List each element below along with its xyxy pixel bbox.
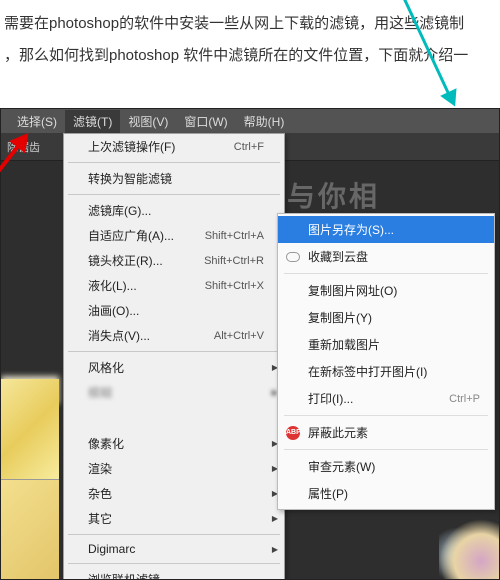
menu-help[interactable]: 帮助(H) bbox=[236, 110, 293, 133]
filter-blur[interactable]: 模糊 bbox=[64, 380, 284, 405]
menu-view[interactable]: 视图(V) bbox=[120, 110, 176, 133]
filter-pixelate[interactable]: 像素化 bbox=[64, 431, 284, 456]
menu-label: 转换为智能滤镜 bbox=[88, 170, 172, 187]
menu-label: 屏蔽此元素 bbox=[308, 424, 368, 441]
menu-label: 模糊 bbox=[88, 384, 112, 401]
menu-label: 打印(I)... bbox=[308, 390, 353, 407]
menu-label: 复制图片网址(O) bbox=[308, 282, 397, 299]
separator bbox=[68, 534, 280, 535]
filter-vanishing-point[interactable]: 消失点(V)... Alt+Ctrl+V bbox=[64, 323, 284, 348]
filter-browse-online[interactable]: 浏览联机滤镜... bbox=[64, 567, 284, 580]
filter-render[interactable]: 渲染 bbox=[64, 456, 284, 481]
menubar: 选择(S) 滤镜(T) 视图(V) 窗口(W) 帮助(H) bbox=[1, 109, 499, 133]
article-line-1: 需要在photoshop的软件中安装一些从网上下载的滤镜，用这些滤镜制 bbox=[4, 15, 464, 32]
cloud-icon bbox=[286, 250, 300, 264]
menu-shortcut: Ctrl+P bbox=[449, 393, 480, 405]
ctx-open-in-new-tab[interactable]: 在新标签中打开图片(I) bbox=[278, 358, 494, 385]
menu-label: 镜头校正(R)... bbox=[88, 252, 163, 269]
decorative-image bbox=[439, 519, 499, 579]
filter-digimarc[interactable]: Digimarc bbox=[64, 538, 284, 560]
menu-label: 其它 bbox=[88, 510, 112, 527]
ctx-block-element[interactable]: ABP 屏蔽此元素 bbox=[278, 419, 494, 446]
filter-blank bbox=[64, 405, 284, 431]
ctx-copy-image[interactable]: 复制图片(Y) bbox=[278, 304, 494, 331]
menu-label: 渲染 bbox=[88, 460, 112, 477]
filter-last[interactable]: 上次滤镜操作(F) Ctrl+F bbox=[64, 134, 284, 159]
menu-shortcut: Shift+Ctrl+A bbox=[205, 230, 264, 242]
filter-smart[interactable]: 转换为智能滤镜 bbox=[64, 166, 284, 191]
menu-label: 属性(P) bbox=[308, 485, 348, 502]
menu-label: 在新标签中打开图片(I) bbox=[308, 363, 427, 380]
article-line-2: ，那么如何找到photoshop 软件中滤镜所在的文件位置，下面就介绍一 bbox=[4, 47, 468, 64]
menu-shortcut: Shift+Ctrl+R bbox=[204, 255, 264, 267]
menu-label: 滤镜库(G)... bbox=[88, 202, 151, 219]
separator bbox=[68, 194, 280, 195]
filter-liquify[interactable]: 液化(L)... Shift+Ctrl+X bbox=[64, 273, 284, 298]
menu-label: 复制图片(Y) bbox=[308, 309, 372, 326]
separator bbox=[68, 563, 280, 564]
ctx-properties[interactable]: 属性(P) bbox=[278, 480, 494, 507]
ctx-copy-image-url[interactable]: 复制图片网址(O) bbox=[278, 277, 494, 304]
ctx-inspect-element[interactable]: 审查元素(W) bbox=[278, 453, 494, 480]
separator bbox=[68, 351, 280, 352]
separator bbox=[68, 162, 280, 163]
menu-label: 像素化 bbox=[88, 435, 124, 452]
abp-icon: ABP bbox=[286, 426, 300, 440]
filter-noise[interactable]: 杂色 bbox=[64, 481, 284, 506]
filter-other[interactable]: 其它 bbox=[64, 506, 284, 531]
thumbnail-1 bbox=[1, 379, 59, 479]
thumbnail-2 bbox=[1, 479, 59, 579]
menu-label: 液化(L)... bbox=[88, 277, 137, 294]
menu-label: 油画(O)... bbox=[88, 302, 139, 319]
menu-label: 审查元素(W) bbox=[308, 458, 375, 475]
menu-label: 上次滤镜操作(F) bbox=[88, 138, 175, 155]
menu-label: 自适应广角(A)... bbox=[88, 227, 174, 244]
menu-label: 图片另存为(S)... bbox=[308, 221, 394, 238]
ctx-reload-image[interactable]: 重新加载图片 bbox=[278, 331, 494, 358]
menu-label: Digimarc bbox=[88, 542, 135, 556]
menu-shortcut: Shift+Ctrl+X bbox=[205, 280, 264, 292]
menu-label: 消失点(V)... bbox=[88, 327, 150, 344]
menu-window[interactable]: 窗口(W) bbox=[176, 110, 235, 133]
ctx-save-to-cloud[interactable]: 收藏到云盘 bbox=[278, 243, 494, 270]
filter-lens-correction[interactable]: 镜头校正(R)... Shift+Ctrl+R bbox=[64, 248, 284, 273]
menu-label: 收藏到云盘 bbox=[308, 248, 368, 265]
menu-filter[interactable]: 滤镜(T) bbox=[65, 110, 120, 133]
separator bbox=[284, 415, 488, 416]
ctx-save-image-as[interactable]: 图片另存为(S)... bbox=[278, 216, 494, 243]
separator bbox=[284, 449, 488, 450]
filter-adaptive-wide-angle[interactable]: 自适应广角(A)... Shift+Ctrl+A bbox=[64, 223, 284, 248]
browser-context-menu: 图片另存为(S)... 收藏到云盘 复制图片网址(O) 复制图片(Y) 重新加载… bbox=[277, 213, 495, 510]
ctx-print[interactable]: 打印(I)... Ctrl+P bbox=[278, 385, 494, 412]
menu-label: 杂色 bbox=[88, 485, 112, 502]
filter-gallery[interactable]: 滤镜库(G)... bbox=[64, 198, 284, 223]
menu-label: 重新加载图片 bbox=[308, 336, 380, 353]
filter-oil-paint[interactable]: 油画(O)... bbox=[64, 298, 284, 323]
filter-dropdown: 上次滤镜操作(F) Ctrl+F 转换为智能滤镜 滤镜库(G)... 自适应广角… bbox=[63, 133, 285, 580]
menu-shortcut: Alt+Ctrl+V bbox=[214, 330, 264, 342]
menu-shortcut: Ctrl+F bbox=[234, 141, 264, 153]
menu-label: 风格化 bbox=[88, 359, 124, 376]
filter-stylize[interactable]: 风格化 bbox=[64, 355, 284, 380]
separator bbox=[284, 273, 488, 274]
